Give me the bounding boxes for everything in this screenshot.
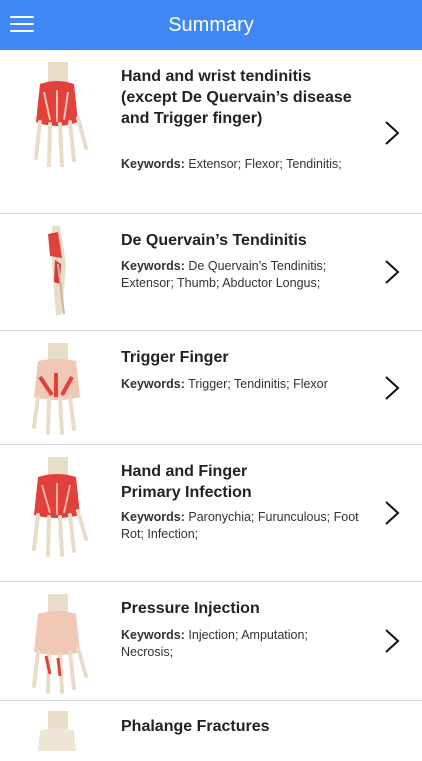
page-title: Summary (168, 13, 254, 36)
list-item[interactable]: Trigger Finger Keywords: Trigger; Tendin… (0, 331, 422, 445)
list-item[interactable]: Phalange Fractures (0, 701, 422, 761)
hand-anatomy-icon (48, 226, 66, 316)
list-item[interactable]: Pressure Injection Keywords: Injection; … (0, 582, 422, 701)
item-keywords: Keywords: Paronychia; Furunculous; Foot … (121, 509, 366, 543)
keywords-value: Trigger; Tendinitis; Flexor (188, 377, 328, 391)
item-title: Hand and wrist tendinitis (except De Que… (121, 68, 352, 127)
keywords-label: Keywords: (121, 628, 185, 642)
item-title: Pressure Injection (121, 600, 260, 617)
hand-anatomy-icon (38, 711, 76, 751)
hand-anatomy-icon (32, 594, 88, 694)
item-keywords: Keywords: Extensor; Flexor; Tendinitis; (121, 156, 366, 173)
list-item[interactable]: De Quervain’s Tendinitis Keywords: De Qu… (0, 214, 422, 331)
hand-anatomy-icon (32, 343, 80, 435)
keywords-label: Keywords: (121, 259, 185, 273)
chevron-right-icon[interactable] (384, 259, 400, 285)
item-title: Hand and Finger Primary Infection (121, 463, 252, 501)
item-keywords: Keywords: De Quervain’s Tendinitis; Exte… (121, 258, 366, 292)
nav-bar: Summary (0, 0, 422, 50)
chevron-right-icon[interactable] (384, 120, 400, 146)
item-title: Trigger Finger (121, 349, 229, 366)
list-item[interactable]: Hand and wrist tendinitis (except De Que… (0, 50, 422, 214)
hand-anatomy-icon (32, 457, 88, 557)
item-keywords: Keywords: Injection; Amputation; Necrosi… (121, 627, 321, 661)
keywords-label: Keywords: (121, 157, 185, 171)
hamburger-menu-icon[interactable] (10, 12, 34, 36)
hand-anatomy-icon (34, 62, 88, 167)
chevron-right-icon[interactable] (384, 375, 400, 401)
item-keywords: Keywords: Trigger; Tendinitis; Flexor (121, 376, 366, 393)
keywords-label: Keywords: (121, 377, 185, 391)
chevron-right-icon[interactable] (384, 628, 400, 654)
item-title: Phalange Fractures (121, 718, 270, 735)
item-title: De Quervain’s Tendinitis (121, 232, 307, 249)
keywords-value: Extensor; Flexor; Tendinitis; (188, 157, 342, 171)
chevron-right-icon[interactable] (384, 500, 400, 526)
list-item[interactable]: Hand and Finger Primary Infection Keywor… (0, 445, 422, 582)
keywords-label: Keywords: (121, 510, 185, 524)
